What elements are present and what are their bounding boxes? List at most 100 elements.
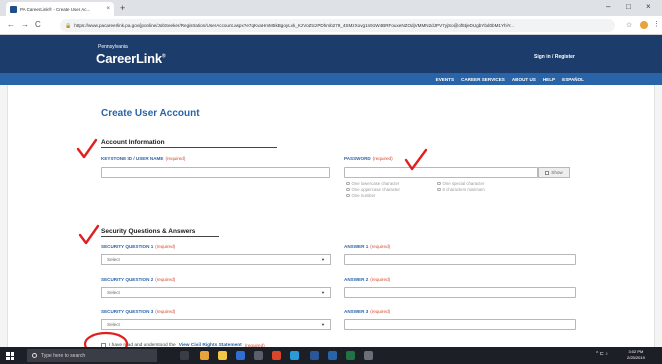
rule-circle-icon — [346, 193, 350, 198]
browser-tab[interactable]: PA CareerLink® - Create User Ac... × — [6, 2, 114, 16]
security-question-1-select[interactable]: Select ▼ — [101, 254, 331, 265]
url-text: https://www.pacareerlink.pa.gov/jponline… — [74, 23, 514, 28]
label-text: SECURITY QUESTION 3 — [101, 309, 154, 314]
security-question-1-label: SECURITY QUESTION 1 (required) — [101, 244, 175, 249]
keystone-id-input[interactable] — [101, 167, 330, 178]
word-icon[interactable] — [310, 351, 319, 360]
close-window-button[interactable]: × — [646, 2, 651, 11]
minimize-button[interactable]: – — [606, 2, 610, 11]
red-checkmark-icon — [76, 138, 98, 159]
rule-text: One number — [351, 193, 376, 198]
logo-registered-mark: ® — [161, 53, 166, 60]
label-text: PASSWORD — [344, 156, 371, 161]
password-input[interactable] — [344, 167, 538, 178]
rule-circle-icon — [346, 187, 350, 192]
cortana-icon — [32, 353, 37, 358]
page-title: Create User Account — [101, 108, 200, 119]
windows-taskbar: Type here to search ^ ⊏ ♪ 3:02 PM 2/25/2… — [0, 347, 662, 364]
required-marker: (required) — [155, 244, 176, 249]
chrome-taskbar-icon[interactable] — [200, 351, 209, 360]
rule-text: One lowercase character — [351, 181, 400, 186]
nav-item-help[interactable]: HELP — [543, 77, 555, 82]
required-marker: (required) — [155, 309, 176, 314]
task-view-icon[interactable] — [180, 351, 189, 360]
label-text: ANSWER 1 — [344, 244, 369, 249]
nav-item-career-services[interactable]: CAREER SERVICES — [461, 77, 505, 82]
back-icon[interactable]: ← — [7, 20, 15, 29]
red-checkmark-icon — [78, 224, 100, 245]
edge-icon[interactable] — [290, 351, 299, 360]
sign-in-register-link[interactable]: Sign in / Register — [534, 54, 575, 60]
security-question-2-select[interactable]: Select ▼ — [101, 287, 331, 298]
rule-circle-icon — [437, 187, 441, 192]
nav-item-events[interactable]: EVENTS — [436, 77, 454, 82]
taskbar-clock[interactable]: 3:02 PM 2/25/2019 — [627, 349, 645, 361]
rule-circle-icon — [346, 181, 350, 186]
chevron-down-icon: ▼ — [321, 257, 325, 262]
app-icon[interactable] — [364, 351, 373, 360]
answer-2-input[interactable] — [344, 287, 576, 298]
excel-icon[interactable] — [346, 351, 355, 360]
label-text: KEYSTONE ID / USER NAME — [101, 156, 164, 161]
rule-text: 8 characters minimum — [442, 187, 485, 192]
password-rule: 8 characters minimum — [437, 187, 485, 192]
chevron-down-icon: ▼ — [321, 290, 325, 295]
right-page-margin — [654, 85, 662, 347]
system-tray-icons[interactable]: ^ ⊏ ♪ — [596, 351, 608, 357]
password-label: PASSWORD (required) — [344, 156, 393, 161]
maximize-button[interactable]: □ — [626, 2, 631, 11]
lock-icon: 🔒 — [65, 22, 72, 29]
taskbar-search-box[interactable]: Type here to search — [27, 349, 157, 362]
app-icon[interactable] — [272, 351, 281, 360]
rule-circle-icon — [437, 181, 441, 186]
section-title: Account Information — [101, 139, 165, 146]
new-tab-button[interactable]: + — [120, 3, 125, 13]
browser-tab-bar: PA CareerLink® - Create User Ac... × + –… — [0, 0, 662, 16]
password-rule: One number — [346, 193, 375, 198]
forward-icon[interactable]: → — [21, 20, 29, 29]
required-marker: (required) — [372, 156, 393, 161]
answer-3-input[interactable] — [344, 319, 576, 330]
answer-1-input[interactable] — [344, 254, 576, 265]
required-marker: (required) — [370, 244, 391, 249]
tab-close-icon[interactable]: × — [106, 6, 110, 12]
security-question-3-select[interactable]: Select ▼ — [101, 319, 331, 330]
menu-icon[interactable]: ⋮ — [653, 20, 660, 28]
required-marker: (required) — [155, 277, 176, 282]
password-rule: One uppercase character — [346, 187, 400, 192]
select-value: Select — [107, 257, 120, 262]
password-rule: One special character — [437, 181, 484, 186]
reload-icon[interactable]: C — [35, 20, 41, 29]
mail-icon[interactable] — [254, 351, 263, 360]
show-label: Show — [551, 170, 563, 175]
select-value: Select — [107, 290, 120, 295]
nav-item-about-us[interactable]: ABOUT US — [512, 77, 536, 82]
show-checkbox[interactable] — [545, 170, 550, 175]
rule-text: One special character — [442, 181, 485, 186]
chevron-down-icon: ▼ — [321, 322, 325, 327]
extension-icon[interactable] — [640, 21, 648, 29]
url-input[interactable]: 🔒 https://www.pacareerlink.pa.gov/jponli… — [60, 19, 615, 32]
file-explorer-icon[interactable] — [218, 351, 227, 360]
nav-item-espanol[interactable]: ESPAÑOL — [562, 77, 584, 82]
tab-title: PA CareerLink® - Create User Ac... — [20, 6, 91, 12]
address-bar-row: ← → C 🔒 https://www.pacareerlink.pa.gov/… — [0, 16, 662, 35]
required-marker: (required) — [165, 156, 186, 161]
security-question-2-label: SECURITY QUESTION 2 (required) — [101, 277, 175, 282]
site-favicon-icon — [10, 5, 17, 13]
star-icon[interactable]: ☆ — [626, 21, 632, 29]
password-rule: One lowercase character — [346, 181, 399, 186]
left-page-margin — [0, 85, 8, 347]
section-account-information: Account Information — [101, 139, 277, 148]
security-question-3-label: SECURITY QUESTION 3 (required) — [101, 309, 175, 314]
answer-1-label: ANSWER 1 (required) — [344, 244, 390, 249]
windows-start-icon[interactable] — [6, 352, 14, 360]
select-value: Select — [107, 322, 120, 327]
required-marker: (required) — [370, 309, 391, 314]
outlook-icon[interactable] — [328, 351, 337, 360]
store-icon[interactable] — [236, 351, 245, 360]
required-marker: (required) — [370, 277, 391, 282]
careerlink-logo[interactable]: CareerLink® — [96, 51, 166, 66]
show-password-toggle[interactable]: Show — [538, 167, 570, 178]
keystone-id-label: KEYSTONE ID / USER NAME (required) — [101, 156, 185, 161]
